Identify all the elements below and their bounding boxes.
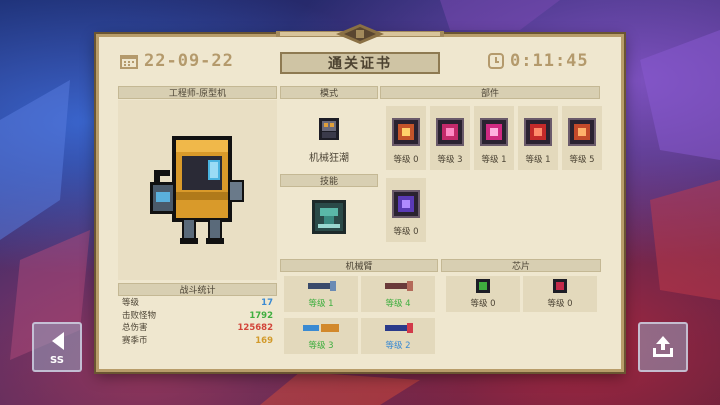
stat-value: 1792 <box>249 310 273 321</box>
part-card[interactable]: 等级 3 <box>430 106 470 170</box>
chip-header: 芯片 <box>441 259 601 272</box>
arm-card[interactable]: 等级 3 <box>284 318 358 354</box>
share-button[interactable] <box>638 322 688 372</box>
time-display: 0:11:45 <box>488 50 589 72</box>
part-icon <box>392 118 420 146</box>
part-level: 等级 0 <box>393 155 419 165</box>
part-level: 等级 5 <box>569 155 595 165</box>
character-name: 工程师-原型机 <box>118 86 277 99</box>
turret-icon <box>312 200 346 234</box>
back-button[interactable]: SS <box>32 322 82 372</box>
part-icon <box>436 118 464 146</box>
part-card[interactable]: 等级 5 <box>562 106 602 170</box>
stat-label: 总伤害 <box>122 323 148 333</box>
arm-level: 等级 4 <box>385 299 411 309</box>
back-button-label: SS <box>50 355 64 366</box>
robot-fist-icon <box>319 118 339 140</box>
stat-label: 赛季币 <box>122 335 148 346</box>
arm-card[interactable]: 等级 4 <box>361 276 435 312</box>
date-text: 22-09-22 <box>144 51 234 71</box>
part-icon <box>480 118 508 146</box>
mode-header: 模式 <box>280 86 378 99</box>
mode-label: 机械狂潮 <box>309 153 349 164</box>
stat-value: 169 <box>255 335 273 346</box>
part-icon <box>392 190 420 218</box>
clock-icon <box>488 53 504 69</box>
robot-character-icon <box>150 136 244 244</box>
stat-value: 125682 <box>237 323 274 333</box>
arm-weapon-icon <box>308 281 336 291</box>
stat-value: 17 <box>261 298 273 308</box>
battle-stats-header: 战斗统计 <box>118 283 277 296</box>
time-text: 0:11:45 <box>510 51 589 71</box>
stat-label: 等级 <box>122 298 140 308</box>
chip-level: 等级 0 <box>470 299 496 309</box>
chip-card[interactable]: 等级 0 <box>446 276 520 312</box>
part-card[interactable]: 等级 1 <box>474 106 514 170</box>
stat-label: 击败怪物 <box>122 310 157 321</box>
arm-level: 等级 2 <box>385 341 411 351</box>
arm-card[interactable]: 等级 1 <box>284 276 358 312</box>
arm-weapon-icon <box>385 281 413 291</box>
part-level: 等级 1 <box>481 155 507 165</box>
stat-season-coins: 赛季币 169 <box>118 335 277 348</box>
date-display: 22-09-22 <box>120 50 234 72</box>
crest-ornament-icon <box>276 24 444 44</box>
part-card[interactable]: 等级 0 <box>386 178 426 242</box>
chip-icon <box>476 279 490 293</box>
stat-level: 等级 17 <box>118 297 277 310</box>
chip-icon <box>553 279 567 293</box>
chip-card[interactable]: 等级 0 <box>523 276 597 312</box>
chip-level: 等级 0 <box>547 299 573 309</box>
skill-header: 技能 <box>280 174 378 187</box>
calendar-icon <box>120 55 138 69</box>
part-card[interactable]: 等级 1 <box>518 106 558 170</box>
page-title: 通关证书 <box>280 52 440 74</box>
stat-kills: 击败怪物 1792 <box>118 310 277 323</box>
part-card[interactable]: 等级 0 <box>386 106 426 170</box>
part-level: 等级 3 <box>437 155 463 165</box>
share-icon <box>653 336 673 357</box>
arm-header: 机械臂 <box>280 259 438 272</box>
stat-damage: 总伤害 125682 <box>118 322 277 335</box>
part-level: 等级 0 <box>393 227 419 237</box>
character-portrait <box>118 100 277 280</box>
arm-level: 等级 3 <box>308 341 334 351</box>
parts-header: 部件 <box>380 86 600 99</box>
part-icon <box>524 118 552 146</box>
arm-weapon-icon <box>303 324 339 332</box>
arm-card[interactable]: 等级 2 <box>361 318 435 354</box>
part-level: 等级 1 <box>525 155 551 165</box>
back-arrow-icon <box>52 332 64 350</box>
arm-level: 等级 1 <box>308 299 334 309</box>
battle-stats: 等级 17 击败怪物 1792 总伤害 125682 赛季币 169 <box>118 297 277 357</box>
part-icon <box>568 118 596 146</box>
arm-weapon-icon <box>385 323 413 333</box>
skill-panel <box>280 188 378 254</box>
